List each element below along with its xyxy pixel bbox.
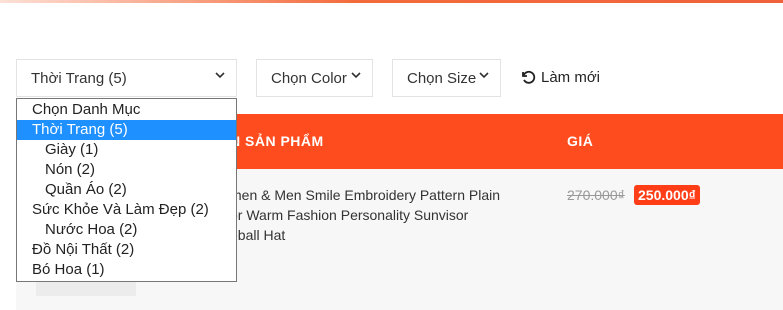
color-select[interactable]: Chọn Color (256, 59, 373, 97)
chevron-down-icon (215, 72, 225, 79)
dropdown-option[interactable]: Đồ Nội Thất (2) (17, 240, 236, 260)
header-price: GIÁ (567, 133, 594, 149)
old-price: 270.000₫ (567, 187, 625, 203)
product-name[interactable]: men & Men Smile Embroidery Pattern Plain… (230, 185, 530, 245)
color-select-label: Chọn Color (271, 69, 347, 87)
category-select-value: Thời Trang (5) (31, 69, 127, 87)
dropdown-option[interactable]: Quần Áo (2) (17, 180, 236, 200)
size-select[interactable]: Chọn Size (392, 59, 501, 97)
filter-bar: Thời Trang (5) Chọn Color Chọn Size Làm … (0, 0, 783, 110)
sale-price-badge: 250.000₫ (634, 185, 700, 205)
header-product-name: N SẢN PHẨM (230, 133, 324, 149)
size-select-label: Chọn Size (407, 69, 477, 87)
refresh-button[interactable]: Làm mới (520, 66, 600, 88)
dropdown-option[interactable]: Sức Khỏe Và Làm Đẹp (2) (17, 200, 236, 220)
dropdown-option-selected[interactable]: Thời Trang (5) (17, 120, 236, 140)
category-dropdown-list[interactable]: Chọn Danh Mục Thời Trang (5) Giày (1) Nó… (16, 98, 237, 282)
dropdown-option[interactable]: Chọn Danh Mục (17, 100, 236, 120)
dropdown-option[interactable]: Giày (1) (17, 140, 236, 160)
dropdown-option[interactable]: Nước Hoa (2) (17, 220, 236, 240)
dropdown-option[interactable]: Nón (2) (17, 160, 236, 180)
chevron-down-icon (479, 72, 489, 79)
refresh-label: Làm mới (541, 68, 601, 86)
refresh-icon (522, 70, 536, 84)
dropdown-option[interactable]: Bó Hoa (1) (17, 260, 236, 280)
chevron-down-icon (351, 72, 361, 79)
category-select[interactable]: Thời Trang (5) (16, 59, 237, 97)
